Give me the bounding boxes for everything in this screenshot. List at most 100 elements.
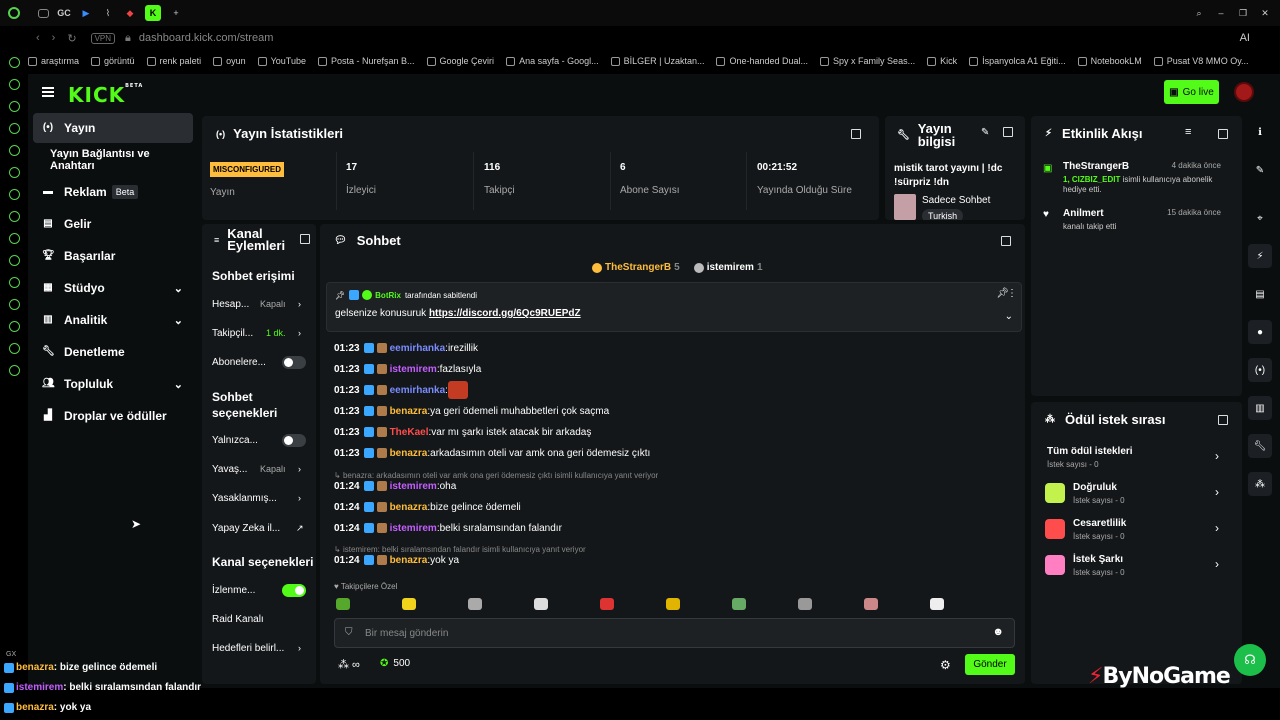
setting-raid[interactable]: Raid Kanalı (212, 609, 312, 629)
tab-red-icon[interactable]: ◆ (123, 6, 137, 20)
sidebar-item-studyo[interactable]: ▦ Stüdyo ⌄ (33, 273, 193, 303)
emote[interactable] (402, 598, 416, 610)
wrench-icon[interactable]: 🔧︎ (1248, 434, 1272, 458)
search-icon[interactable]: ⌕ (1192, 6, 1206, 20)
bookmark-item[interactable]: Posta - Nurefşan B... (317, 56, 415, 66)
sidebar-app-icon[interactable] (8, 101, 20, 112)
emote-tab[interactable]: ♥ Takipçilere Özel (334, 582, 397, 591)
kick-logo[interactable]: KICKBETA (68, 83, 143, 107)
more-icon[interactable]: ⋮ (1007, 288, 1017, 299)
back-icon[interactable]: ‹ (36, 32, 40, 44)
setting-slow[interactable]: Yavaş... Kapalı › (212, 459, 312, 479)
gear-icon[interactable]: ⚙ (940, 658, 951, 672)
emote[interactable] (468, 598, 482, 610)
setting-watch[interactable]: İzlenme... (212, 580, 312, 600)
bookmark-item[interactable]: İspanyolca A1 Eğiti... (969, 56, 1066, 66)
bookmark-item[interactable]: Google Çeviri (426, 56, 494, 66)
tab-icon[interactable] (38, 8, 49, 18)
opera-logo-icon[interactable] (8, 7, 20, 19)
all-rewards-row[interactable]: Tüm ödül istekleri İstek sayısı - 0 › (1043, 443, 1219, 473)
setting-goals[interactable]: Hedefleri belirl... › (212, 638, 312, 658)
restore-icon[interactable]: ❐ (1236, 6, 1250, 20)
reward-row[interactable]: Doğruluk İstek sayısı - 0 › (1043, 479, 1219, 509)
sidebar-app-icon[interactable] (8, 343, 20, 354)
url-text[interactable]: dashboard.kick.com/stream (139, 32, 274, 44)
bookmark-item[interactable]: One-handed Dual... (716, 56, 808, 66)
sidebar-app-icon[interactable] (8, 321, 20, 332)
username[interactable]: benazra (390, 555, 428, 566)
username[interactable]: benazra (390, 448, 428, 459)
sidebar-app-icon[interactable] (8, 299, 20, 310)
broadcast-icon[interactable]: (•) (1248, 358, 1272, 382)
sidebar-app-icon[interactable] (8, 57, 20, 68)
tab-gc[interactable]: GC (57, 6, 71, 20)
sidebar-item-droplar[interactable]: ▟ Droplar ve ödüller (33, 401, 193, 431)
reward-row[interactable]: Cesaretlilik İstek sayısı - 0 › (1043, 515, 1219, 545)
sidebar-app-icon[interactable] (8, 123, 20, 134)
layout-icon[interactable]: ▥ (1248, 396, 1272, 420)
tab-play-icon[interactable]: ▶ (79, 6, 93, 20)
expand-icon[interactable] (1001, 236, 1011, 246)
setting-banned[interactable]: Yasaklanmış... › (212, 488, 312, 508)
menu-icon[interactable] (42, 87, 54, 97)
settings-dots-icon[interactable]: ⁂ ∞ (338, 658, 360, 671)
bookmark-item[interactable]: Ana sayfa - Googl... (506, 56, 599, 66)
bookmark-item[interactable]: NotebookLM (1077, 56, 1142, 66)
bookmark-item[interactable]: Kick (927, 56, 957, 66)
reward-row[interactable]: İstek Şarkı İstek sayısı - 0 › (1043, 551, 1219, 581)
bookmark-item[interactable]: görüntü (91, 56, 135, 66)
bookmark-item[interactable]: YouTube (257, 56, 306, 66)
sidebar-item-basarilar[interactable]: 🏆︎ Başarılar (33, 241, 193, 271)
emote[interactable] (864, 598, 878, 610)
username[interactable]: TheKael (390, 427, 429, 438)
username[interactable]: istemirem (390, 481, 437, 492)
bookmark-item[interactable]: renk paleti (146, 56, 201, 66)
settings-icon[interactable] (8, 365, 20, 376)
toggle[interactable] (282, 433, 306, 447)
emote[interactable] (336, 598, 350, 610)
sidebar-app-icon[interactable] (8, 145, 20, 156)
filter-icon[interactable]: ≡ (1185, 126, 1191, 138)
setting-followers[interactable]: Takipçil... 1 dk. › (212, 323, 312, 343)
channel-points[interactable]: ✪ 500 (380, 658, 410, 669)
bookmark-item[interactable]: oyun (213, 56, 246, 66)
vpn-badge[interactable]: VPN (90, 32, 116, 44)
username[interactable]: istemirem (390, 364, 437, 375)
close-icon[interactable]: ✕ (1258, 6, 1272, 20)
username[interactable]: benazra (390, 406, 428, 417)
reward-icon[interactable]: ⁂ (1248, 472, 1272, 496)
expand-icon[interactable] (300, 234, 310, 244)
new-tab-icon[interactable]: + (169, 6, 183, 20)
expand-icon[interactable] (851, 129, 861, 139)
edit-icon[interactable]: ✎ (981, 127, 989, 138)
sidebar-app-icon[interactable] (8, 79, 20, 90)
sidebar-item-gelir[interactable]: ▤ Gelir (33, 209, 193, 239)
username[interactable]: istemirem (390, 523, 437, 534)
address-bar[interactable]: ‹ › ↻ VPN 🔒︎ dashboard.kick.com/stream A… (28, 27, 1280, 49)
setting-only[interactable]: Yalnızca... (212, 430, 312, 450)
setting-accounts[interactable]: Hesap... Kapalı › (212, 294, 312, 314)
bookmark-item[interactable]: BİLGER | Uzaktan... (610, 56, 704, 66)
sidebar-item-stream-key[interactable]: Yayın Bağlantısı ve Anahtarı (33, 145, 193, 175)
username[interactable]: eemirhanka (390, 385, 446, 396)
expand-icon[interactable] (1218, 415, 1228, 425)
emote[interactable] (732, 598, 746, 610)
emote[interactable] (798, 598, 812, 610)
setting-ai[interactable]: Yapay Zeka il... ↗ (212, 518, 312, 538)
username[interactable]: eemirhanka (390, 343, 446, 354)
emoji-icon[interactable]: ☻ (992, 626, 1004, 638)
pencil-icon[interactable]: ✎ (1248, 158, 1272, 182)
forward-icon[interactable]: › (52, 32, 56, 44)
instagram-icon[interactable] (8, 211, 20, 222)
emote[interactable] (930, 598, 944, 610)
x-icon[interactable] (8, 255, 20, 266)
focus-icon[interactable]: ⌖ (1248, 206, 1272, 230)
support-icon[interactable]: ☊ (1234, 644, 1266, 676)
chevron-down-icon[interactable]: ⌄ (1005, 311, 1013, 322)
chat-input[interactable]: ⛉ Bir mesaj gönderin ☻ (334, 618, 1015, 648)
sidebar-item-analitik[interactable]: ▥ Analitik ⌄ (33, 305, 193, 335)
discord-icon[interactable] (8, 189, 20, 200)
sidebar-item-yayin[interactable]: (•) Yayın (33, 113, 193, 143)
pinned-link[interactable]: https://discord.gg/6Qc9RUEPdZ (429, 308, 581, 319)
bookmark-item[interactable]: Pusat V8 MMO Oy... (1153, 56, 1249, 66)
